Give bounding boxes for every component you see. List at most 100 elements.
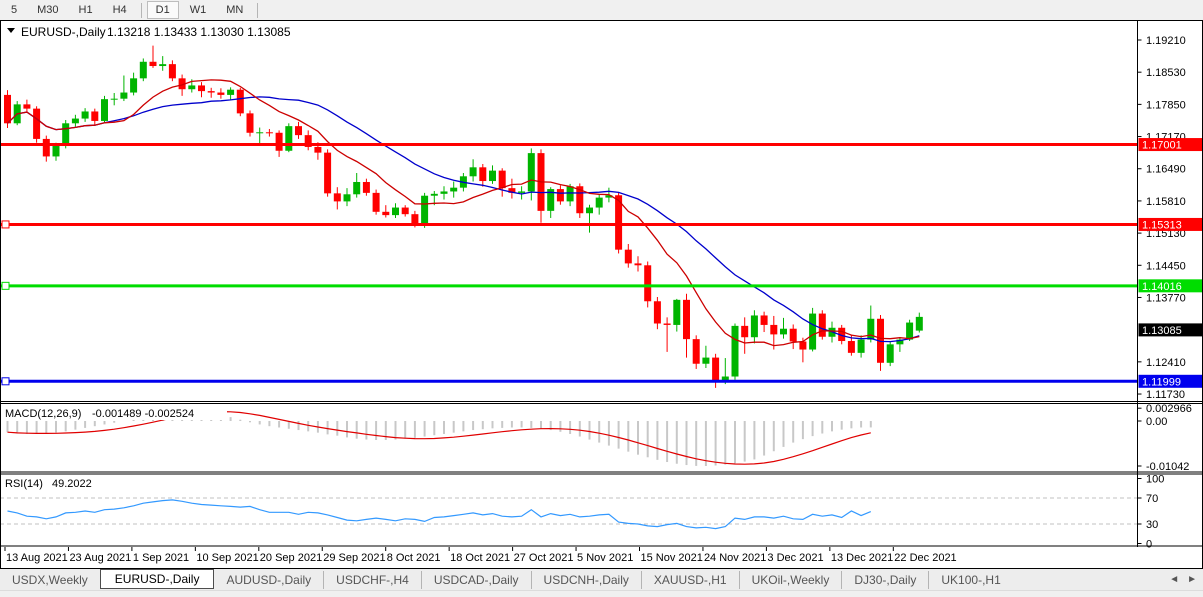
candle-down [265,132,273,134]
candle-down [653,301,661,324]
candle-up [489,170,496,182]
candle-up [886,344,894,363]
symbol-tab-bar: USDX,Weekly EURUSD-,Daily AUDUSD-,Daily … [0,568,1203,590]
candle-up [139,61,147,79]
date-axis-label: 13 Dec 2021 [831,552,893,564]
macd-axis-label: 0.002966 [1146,403,1192,415]
candle-up [915,316,923,331]
candle-down [91,111,99,121]
timeframe-button-m5[interactable]: 5 [2,1,26,19]
price-axis-label: 1.14450 [1146,260,1186,272]
candle-down [42,138,50,157]
price-axis-label: 1.13770 [1146,292,1186,304]
candle-down [372,192,380,212]
candle-up [353,181,361,195]
ma-slow-line [7,96,920,343]
date-axis-label: 15 Nov 2021 [641,552,703,564]
candle-up [285,126,293,151]
candle-down [198,85,205,92]
price-axis-label: 1.17850 [1146,99,1186,111]
candle-down [401,207,409,215]
candle-down [479,167,487,182]
candle-down [236,89,244,114]
date-axis-label: 22 Dec 2021 [894,552,956,564]
tab-usdchf-h4[interactable]: USDCHF-,H4 [323,570,421,589]
line-anchor-handle[interactable] [1,281,10,290]
status-strip [0,590,1203,597]
tab-ukoil-weekly[interactable]: UKOil-,Weekly [738,570,842,589]
chart-title-symbol: EURUSD-,Daily [21,25,106,39]
candle-down [382,211,390,216]
candle-down [275,132,283,151]
date-axis-label: 23 Aug 2021 [69,552,131,564]
timeframe-toolbar: 5 M30 H1 H4 D1 W1 MN [0,0,1203,20]
candle-up [52,146,60,157]
tab-usdcad-daily[interactable]: USDCAD-,Daily [420,570,531,589]
candle-down [23,104,31,109]
chart-canvas[interactable]: 1.192101.185301.178501.171701.164901.158… [0,20,1203,569]
tab-audusd-daily[interactable]: AUDUSD-,Daily [214,571,323,589]
tab-usdx-weekly[interactable]: USDX,Weekly [0,571,100,589]
tab-dj30-daily[interactable]: DJ30-,Daily [841,570,928,589]
candle-up [256,132,264,134]
tab-scroll-left-icon[interactable]: ◄ [1169,574,1179,585]
candle-down [692,339,700,364]
candle-down [33,108,41,139]
candle-up [130,78,138,93]
price-axis-label: 1.16490 [1146,164,1186,176]
candle-down [741,325,749,338]
tab-usdcnh-daily[interactable]: USDCNH-,Daily [530,570,641,589]
axes-layer: 1.192101.185301.178501.171701.164901.158… [0,20,1203,564]
level-price-badge: 1.15313 [1142,219,1182,231]
ma-fast-line [7,79,920,347]
date-axis-label: 5 Nov 2021 [577,552,633,564]
timeframe-button-w1[interactable]: W1 [181,1,216,19]
candle-up [469,167,477,177]
price-axis-label: 1.18530 [1146,67,1186,79]
trading-terminal-window: 5 M30 H1 H4 D1 W1 MN 1.19210 1.18530 1.178… [0,0,1203,597]
level-price-badge: 1.14016 [1142,281,1182,293]
candle-up [440,191,448,194]
candle-down [624,249,632,264]
candle-down [683,299,690,340]
candle-up [518,191,526,193]
candle-up [731,325,739,377]
date-axis-label: 20 Sep 2021 [260,552,322,564]
candle-up [673,299,681,325]
toolbar-separator [257,2,259,18]
tab-uk100-h1[interactable]: UK100-,H1 [928,570,1012,589]
candle-up [227,89,235,95]
timeframe-button-mn[interactable]: MN [217,1,252,19]
candle-down [498,170,506,189]
candle-up [392,207,399,216]
candle-up [857,339,865,353]
timeframe-button-h4[interactable]: H4 [104,1,136,19]
candle-up [702,357,710,364]
candle-down [246,113,254,133]
tab-scroll-right-icon[interactable]: ► [1187,574,1197,585]
macd-axis-label: 0.00 [1146,416,1167,428]
candle-up [188,85,196,90]
tab-eurusd-daily[interactable]: EURUSD-,Daily [99,568,215,589]
candle-up [750,315,758,338]
timeframe-button-d1[interactable]: D1 [146,1,179,19]
line-anchor-handle[interactable] [1,220,10,229]
line-anchor-handle[interactable] [1,377,10,386]
price-axis-label: 1.12410 [1146,357,1186,369]
rsi-axis-label: 70 [1146,493,1158,505]
candle-down [663,323,671,325]
candle-down [847,341,855,353]
candle-down [818,313,826,337]
candle-up [62,123,70,147]
price-axis-label: 1.15810 [1146,196,1186,208]
chart-title-ohlc: 1.13218 1.13433 1.13030 1.13085 [107,25,291,39]
tab-xauusd-h1[interactable]: XAUUSD-,H1 [640,570,739,589]
current-price-badge: 1.13085 [1142,325,1182,337]
toolbar-separator [140,2,142,18]
date-axis-label: 1 Sep 2021 [133,552,189,564]
candle-down [760,315,768,325]
timeframe-button-m30[interactable]: M30 [28,1,67,19]
candle-up [120,92,128,99]
candle-down [556,189,564,202]
timeframe-button-h1[interactable]: H1 [70,1,102,19]
